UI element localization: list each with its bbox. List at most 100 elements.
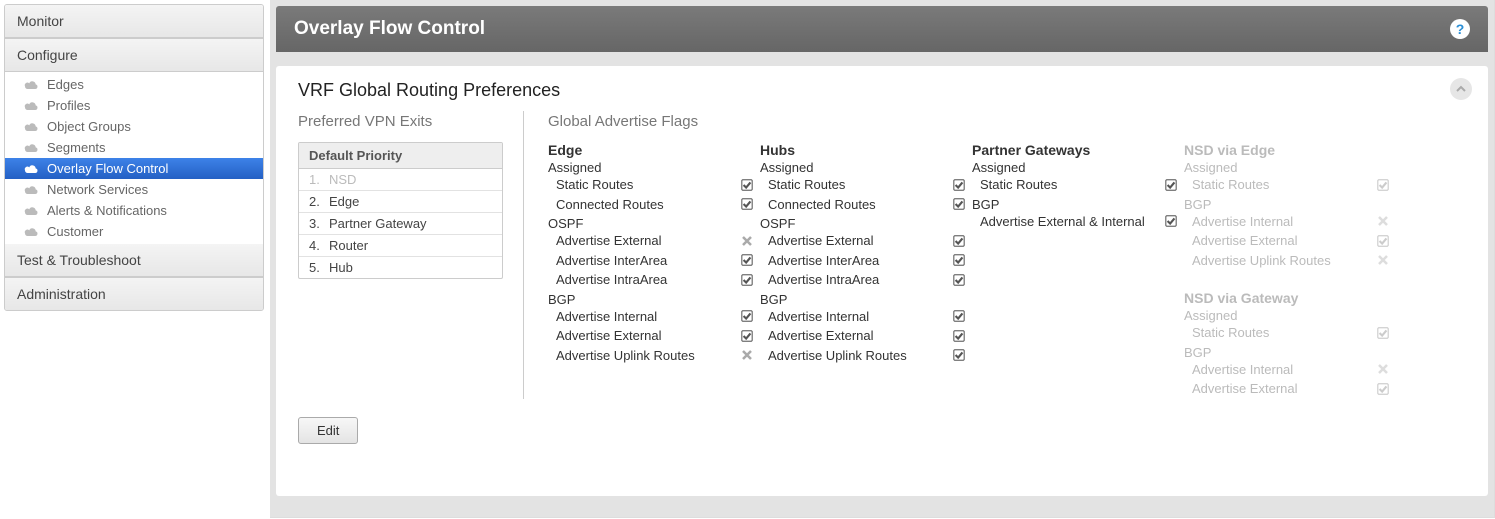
flags-heading: Global Advertise Flags xyxy=(548,113,1466,130)
checkbox-checked-icon xyxy=(740,273,754,287)
priority-number: 4. xyxy=(309,238,323,253)
flag-name: Advertise Internal xyxy=(1192,360,1293,380)
priority-row: 5. Hub xyxy=(299,257,502,278)
flag-group-label: Assigned xyxy=(548,160,758,175)
priority-table: Default Priority 1.NSD2.Edge3.Partner Ga… xyxy=(298,142,503,279)
sidebar-item-edges[interactable]: Edges xyxy=(5,74,263,95)
flag-name: Advertise Internal xyxy=(556,307,657,327)
sidebar-item-label: Network Services xyxy=(47,182,148,197)
sidebar-item-label: Edges xyxy=(47,77,84,92)
priority-row: 1.NSD xyxy=(299,169,502,191)
flag-name: Advertise External xyxy=(768,231,874,251)
edit-button[interactable]: Edit xyxy=(298,417,358,444)
vpn-exits-heading: Preferred VPN Exits xyxy=(298,113,503,130)
priority-number: 5. xyxy=(309,260,323,275)
preferred-vpn-exits: Preferred VPN Exits Default Priority 1.N… xyxy=(298,111,524,399)
sidebar-item-label: Profiles xyxy=(47,98,90,113)
flag-group-label: BGP xyxy=(1184,345,1394,360)
flag-group-label: OSPF xyxy=(760,216,970,231)
flag-column-nsd-via-edge: NSD via EdgeAssignedStatic RoutesBGPAdve… xyxy=(1184,142,1394,399)
sidebar-section-configure[interactable]: Configure xyxy=(5,38,263,72)
checkbox-checked-icon xyxy=(1376,382,1390,396)
flag-name: Advertise IntraArea xyxy=(556,270,667,290)
page-header: Overlay Flow Control ? xyxy=(276,6,1488,52)
flag-name: Advertise External & Internal xyxy=(980,212,1145,232)
flag-row: Static Routes xyxy=(760,175,970,195)
sidebar-item-object-groups[interactable]: Object Groups xyxy=(5,116,263,137)
checkbox-checked-icon xyxy=(952,329,966,343)
sidebar-section-test[interactable]: Test & Troubleshoot xyxy=(5,244,263,277)
flag-row: Advertise Internal xyxy=(1184,360,1394,380)
flag-row: Connected Routes xyxy=(548,195,758,215)
sidebar-item-customer[interactable]: Customer xyxy=(5,221,263,242)
sidebar-item-alerts-notifications[interactable]: Alerts & Notifications xyxy=(5,200,263,221)
flag-name: Static Routes xyxy=(1192,323,1269,343)
checkbox-checked-icon xyxy=(952,178,966,192)
flag-name: Static Routes xyxy=(768,175,845,195)
flag-name: Advertise External xyxy=(1192,231,1298,251)
priority-label: NSD xyxy=(329,172,356,187)
checkbox-checked-icon xyxy=(952,253,966,267)
flag-name: Connected Routes xyxy=(768,195,876,215)
flag-row: Advertise External xyxy=(548,326,758,346)
priority-label: Hub xyxy=(329,260,353,275)
flag-row: Advertise External xyxy=(1184,379,1394,399)
flag-row: Advertise External xyxy=(548,231,758,251)
flag-group-label: BGP xyxy=(548,292,758,307)
sidebar-section-monitor[interactable]: Monitor xyxy=(5,5,263,38)
flag-row: Advertise External xyxy=(760,326,970,346)
flags-columns: EdgeAssignedStatic RoutesConnected Route… xyxy=(548,142,1466,399)
content-panel: VRF Global Routing Preferences Preferred… xyxy=(276,66,1488,496)
flag-group-label: Assigned xyxy=(1184,160,1394,175)
flag-column-edge: Edge AssignedStatic RoutesConnected Route… xyxy=(548,142,758,399)
x-icon xyxy=(740,234,754,248)
x-icon xyxy=(1376,362,1390,376)
flag-row: Advertise Uplink Routes xyxy=(1184,251,1394,271)
flag-name: Connected Routes xyxy=(556,195,664,215)
flag-name: Advertise Uplink Routes xyxy=(1192,251,1331,271)
sidebar-section-admin[interactable]: Administration xyxy=(5,277,263,310)
flag-row: Advertise External xyxy=(760,231,970,251)
flag-column-title: Edge xyxy=(548,142,758,158)
flag-row: Advertise Internal xyxy=(760,307,970,327)
flag-name: Advertise External xyxy=(1192,379,1298,399)
flag-row: Advertise InterArea xyxy=(548,251,758,271)
checkbox-checked-icon xyxy=(740,197,754,211)
checkbox-checked-icon xyxy=(1376,326,1390,340)
flag-row: Advertise Internal xyxy=(1184,212,1394,232)
flag-row: Advertise IntraArea xyxy=(760,270,970,290)
checkbox-checked-icon xyxy=(1164,178,1178,192)
flag-name: Advertise InterArea xyxy=(768,251,879,271)
flag-column-nsd-via-gateway: NSD via GatewayAssignedStatic RoutesBGPA… xyxy=(1184,290,1394,399)
checkbox-checked-icon xyxy=(740,178,754,192)
checkbox-checked-icon xyxy=(740,309,754,323)
sidebar-item-segments[interactable]: Segments xyxy=(5,137,263,158)
priority-row: 2.Edge xyxy=(299,191,502,213)
priority-table-body: 1.NSD2.Edge3.Partner Gateway4.Router5.Hu… xyxy=(299,169,502,278)
checkbox-checked-icon xyxy=(952,234,966,248)
flag-name: Advertise External xyxy=(556,231,662,251)
flag-row: Advertise InterArea xyxy=(760,251,970,271)
flag-row: Advertise Internal xyxy=(548,307,758,327)
flag-name: Static Routes xyxy=(1192,175,1269,195)
sidebar-item-label: Overlay Flow Control xyxy=(47,161,168,176)
x-icon xyxy=(1376,214,1390,228)
help-icon[interactable]: ? xyxy=(1450,19,1470,39)
sidebar-item-label: Customer xyxy=(47,224,103,239)
flag-group-label: Assigned xyxy=(1184,308,1394,323)
flag-row: Advertise Uplink Routes xyxy=(548,346,758,366)
flag-row: Static Routes xyxy=(548,175,758,195)
flag-column-hubs: HubsAssignedStatic RoutesConnected Route… xyxy=(760,142,970,399)
collapse-panel-button[interactable] xyxy=(1450,78,1472,100)
flag-row: Connected Routes xyxy=(760,195,970,215)
checkbox-checked-icon xyxy=(1376,178,1390,192)
sidebar-configure-list: Edges Profiles Object GroupsSegments Overla… xyxy=(5,72,263,244)
flag-column-title: Partner Gateways xyxy=(972,142,1182,158)
sidebar-item-profiles[interactable]: Profiles xyxy=(5,95,263,116)
flag-name: Advertise IntraArea xyxy=(768,270,879,290)
flag-group-label: BGP xyxy=(972,197,1182,212)
global-advertise-flags: Global Advertise Flags EdgeAssignedStati… xyxy=(524,111,1466,399)
sidebar-item-network-services[interactable]: Network Services xyxy=(5,179,263,200)
flag-name: Static Routes xyxy=(556,175,633,195)
sidebar-item-overlay-flow-control[interactable]: Overlay Flow Control xyxy=(5,158,263,179)
